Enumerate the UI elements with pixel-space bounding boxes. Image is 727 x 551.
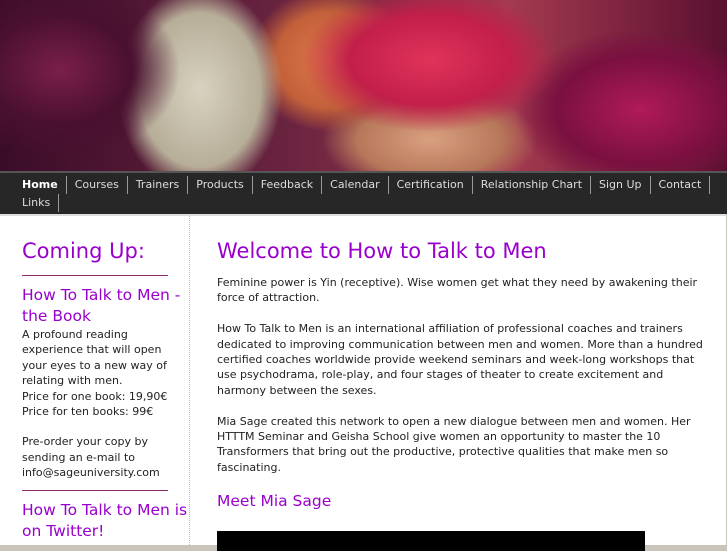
- about-paragraph: How To Talk to Men is an international a…: [217, 322, 703, 397]
- divider: [22, 489, 168, 491]
- main-content: Welcome to How to Talk to Men Feminine p…: [217, 238, 712, 512]
- meet-heading: Meet Mia Sage: [217, 491, 332, 510]
- nav-certification[interactable]: Certification: [389, 176, 473, 194]
- nav-courses[interactable]: Courses: [67, 176, 128, 194]
- book-desc: A profound reading experience that will …: [22, 328, 167, 388]
- nav-contact[interactable]: Contact: [651, 176, 711, 194]
- sidebar-title: Coming Up:: [22, 239, 145, 263]
- nav-home[interactable]: Home: [14, 176, 67, 194]
- nav-calendar[interactable]: Calendar: [322, 176, 389, 194]
- sidebar: Coming Up: How To Talk to Men - the Book…: [0, 216, 190, 547]
- intro-paragraph: Feminine power is Yin (receptive). Wise …: [217, 276, 698, 305]
- nav-trainers[interactable]: Trainers: [128, 176, 189, 194]
- price-ten: Price for ten books: 99€: [22, 405, 154, 419]
- price-one: Price for one book: 19,90€: [22, 389, 168, 403]
- divider: [22, 275, 168, 276]
- nav-links[interactable]: Links: [14, 194, 60, 212]
- header-banner-image: [0, 0, 727, 171]
- page-title: Welcome to How to Talk to Men: [217, 239, 547, 263]
- twitter-title: How To Talk to Men is on Twitter!: [22, 500, 188, 540]
- mia-paragraph: Mia Sage created this network to open a …: [217, 414, 691, 474]
- main-nav: Home Courses Trainers Products Feedback Calen…: [0, 171, 727, 214]
- book-title: How To Talk to Men - the Book: [22, 286, 181, 325]
- preorder-text: Pre-order your copy by sending an e-mail…: [22, 435, 160, 480]
- nav-feedback[interactable]: Feedback: [253, 176, 323, 194]
- nav-products[interactable]: Products: [188, 176, 253, 194]
- nav-relationship-chart[interactable]: Relationship Chart: [473, 176, 592, 194]
- content-panel: Coming Up: How To Talk to Men - the Book…: [0, 214, 726, 551]
- video-player[interactable]: [217, 531, 645, 551]
- nav-sign-up[interactable]: Sign Up: [591, 176, 651, 194]
